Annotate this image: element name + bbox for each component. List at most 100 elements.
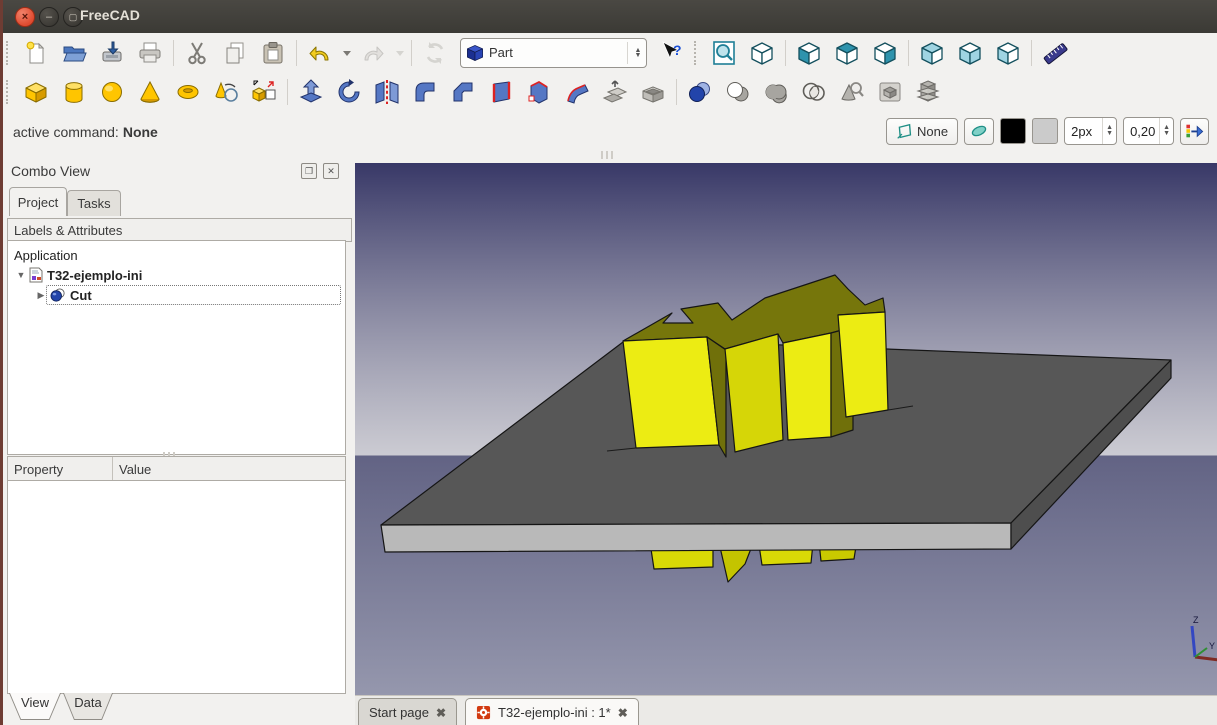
tab-document[interactable]: T32-ejemplo-ini : 1* ✖ bbox=[465, 698, 639, 725]
part-workbench-icon bbox=[466, 44, 484, 62]
undo-dropdown-button[interactable] bbox=[340, 36, 353, 70]
refresh-button[interactable] bbox=[417, 36, 453, 70]
redo-button[interactable] bbox=[355, 36, 391, 70]
expander-open-icon[interactable]: ▼ bbox=[16, 270, 26, 280]
new-document-button[interactable] bbox=[18, 36, 54, 70]
svg-text:?: ? bbox=[673, 42, 682, 58]
cross-section-icon bbox=[877, 79, 903, 105]
draft-style-toolbar: None 2px ▲▼ 0,20 ▲▼ bbox=[886, 117, 1209, 145]
close-window-button[interactable]: × bbox=[15, 7, 35, 27]
workbench-selector-value: Part bbox=[489, 45, 624, 60]
dock-float-button[interactable]: ❐ bbox=[301, 163, 317, 179]
dock-close-button[interactable]: ✕ bbox=[323, 163, 339, 179]
close-tab-icon[interactable]: ✖ bbox=[436, 706, 446, 720]
text-scale-spinner[interactable]: 0,20 ▲▼ bbox=[1123, 117, 1174, 145]
undo-dropdown-icon bbox=[342, 40, 352, 66]
tab-data[interactable]: Data bbox=[63, 693, 113, 720]
tree-item-application[interactable]: Application bbox=[8, 245, 345, 265]
redo-dropdown-button[interactable] bbox=[393, 36, 406, 70]
shape-builder-button[interactable] bbox=[246, 75, 282, 109]
whats-this-button[interactable]: ? bbox=[654, 36, 690, 70]
view-front-button[interactable] bbox=[791, 36, 827, 70]
view-left-button[interactable] bbox=[990, 36, 1026, 70]
boolean-union-button[interactable] bbox=[758, 75, 794, 109]
workbench-selector[interactable]: Part ▲▼ bbox=[460, 38, 647, 68]
check-geometry-button[interactable] bbox=[834, 75, 870, 109]
cut-feature-icon bbox=[50, 288, 66, 302]
axonometric-icon bbox=[749, 40, 775, 66]
thickness-button[interactable] bbox=[635, 75, 671, 109]
line-color-swatch[interactable] bbox=[1000, 118, 1026, 144]
column-value[interactable]: Value bbox=[113, 457, 345, 481]
working-plane-icon bbox=[896, 123, 913, 140]
cross-sections-button[interactable] bbox=[910, 75, 946, 109]
sweep-button[interactable] bbox=[559, 75, 595, 109]
loft-button[interactable] bbox=[521, 75, 557, 109]
cone-icon bbox=[137, 79, 163, 105]
measure-distance-button[interactable] bbox=[1037, 36, 1073, 70]
create-primitives-button[interactable] bbox=[208, 75, 244, 109]
save-document-button[interactable] bbox=[94, 36, 130, 70]
view-bottom-button[interactable] bbox=[952, 36, 988, 70]
toolbar-drag-handle[interactable] bbox=[6, 41, 13, 65]
revolve-button[interactable] bbox=[331, 75, 367, 109]
workbench-selector-arrows[interactable]: ▲▼ bbox=[627, 42, 644, 64]
view-right-button[interactable] bbox=[867, 36, 903, 70]
fit-all-button[interactable] bbox=[706, 36, 742, 70]
expander-closed-icon[interactable]: ▶ bbox=[36, 290, 46, 301]
construction-mode-button[interactable] bbox=[964, 118, 994, 145]
view-rear-icon bbox=[919, 40, 945, 66]
cone-button[interactable] bbox=[132, 75, 168, 109]
boolean-cut-button[interactable] bbox=[720, 75, 756, 109]
cut-button[interactable] bbox=[179, 36, 215, 70]
window-title: FreeCAD bbox=[80, 7, 140, 23]
paste-button[interactable] bbox=[255, 36, 291, 70]
minimize-window-button[interactable]: – bbox=[39, 7, 59, 27]
apply-style-button[interactable] bbox=[1180, 118, 1209, 145]
tab-tasks[interactable]: Tasks bbox=[67, 190, 121, 216]
offset-button[interactable] bbox=[597, 75, 633, 109]
copy-button[interactable] bbox=[217, 36, 253, 70]
mirror-button[interactable] bbox=[369, 75, 405, 109]
torus-button[interactable] bbox=[170, 75, 206, 109]
ruled-surface-button[interactable] bbox=[483, 75, 519, 109]
dock-splitter-handle[interactable] bbox=[601, 151, 613, 159]
toolbar-separator bbox=[287, 79, 288, 105]
toolbar-drag-handle[interactable] bbox=[694, 41, 701, 65]
copy-icon bbox=[222, 40, 248, 66]
cross-section-button[interactable] bbox=[872, 75, 908, 109]
tab-view[interactable]: View bbox=[9, 693, 61, 720]
toolbar-drag-handle[interactable] bbox=[6, 80, 13, 104]
tree-item-document[interactable]: ▼ T32-ejemplo-ini bbox=[8, 265, 345, 285]
sphere-button[interactable] bbox=[94, 75, 130, 109]
chamfer-button[interactable] bbox=[445, 75, 481, 109]
tab-project[interactable]: Project bbox=[9, 187, 67, 216]
axonometric-button[interactable] bbox=[744, 36, 780, 70]
column-property[interactable]: Property bbox=[8, 457, 113, 481]
toolbar-part bbox=[3, 72, 1217, 113]
undo-button[interactable] bbox=[302, 36, 338, 70]
face-color-swatch[interactable] bbox=[1032, 118, 1058, 144]
open-document-button[interactable] bbox=[56, 36, 92, 70]
line-width-spinner[interactable]: 2px ▲▼ bbox=[1064, 117, 1117, 145]
star-face-left bbox=[623, 337, 719, 448]
active-command-value: None bbox=[123, 124, 158, 140]
torus-icon bbox=[175, 79, 201, 105]
print-button[interactable] bbox=[132, 36, 168, 70]
boolean-common-button[interactable] bbox=[796, 75, 832, 109]
box-button[interactable] bbox=[18, 75, 54, 109]
toolbar-separator bbox=[296, 40, 297, 66]
working-plane-button[interactable]: None bbox=[886, 118, 958, 145]
fillet-button[interactable] bbox=[407, 75, 443, 109]
3d-viewport[interactable]: Z Y X bbox=[355, 163, 1217, 695]
tab-start-page[interactable]: Start page ✖ bbox=[358, 698, 457, 725]
close-tab-icon[interactable]: ✖ bbox=[618, 706, 628, 720]
view-top-button[interactable] bbox=[829, 36, 865, 70]
cylinder-button[interactable] bbox=[56, 75, 92, 109]
open-document-icon bbox=[61, 40, 87, 66]
shape-builder-icon bbox=[251, 79, 277, 105]
extrude-button[interactable] bbox=[293, 75, 329, 109]
boolean-button[interactable] bbox=[682, 75, 718, 109]
tree-item-cut[interactable]: ▶ Cut bbox=[8, 285, 345, 305]
view-rear-button[interactable] bbox=[914, 36, 950, 70]
